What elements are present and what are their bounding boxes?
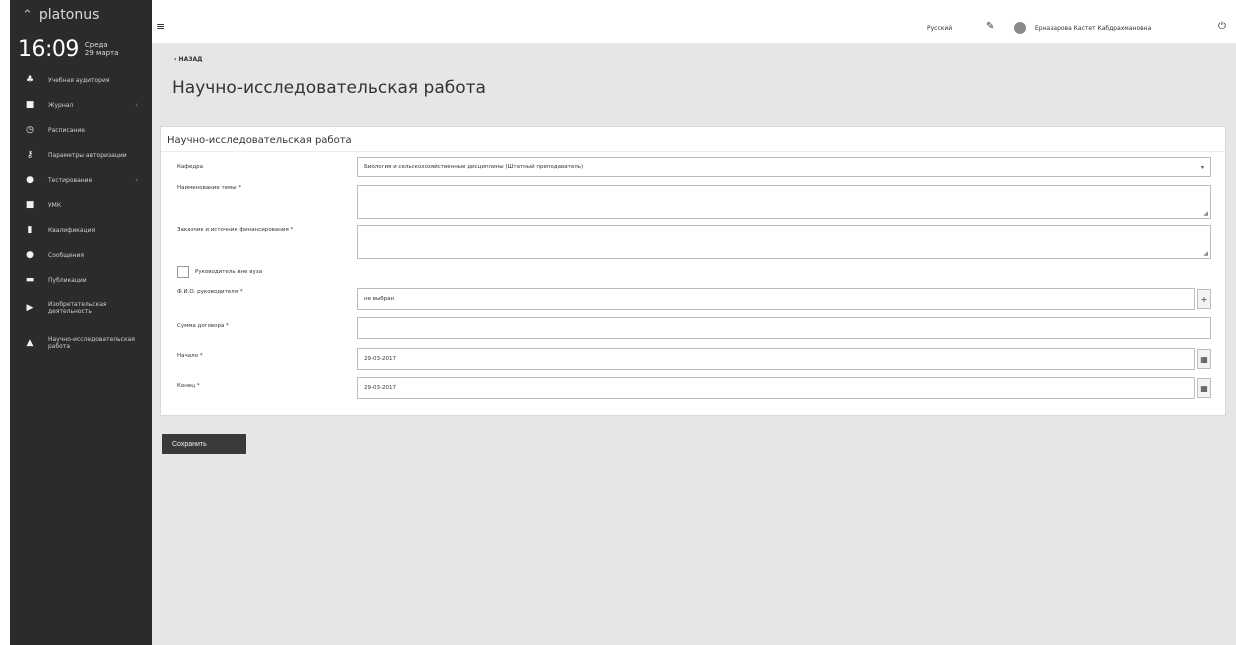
sidebar-item-label: Квалификация: [48, 227, 96, 234]
sidebar-item-schedule[interactable]: ◷ Расписание: [10, 118, 152, 143]
sidebar-item-label: Публикации: [48, 277, 87, 284]
sidebar-item-label: Сообщения: [48, 252, 85, 259]
sidebar-item-label: Учебная аудитория: [48, 77, 110, 84]
supervisor-label: Ф.И.О. руководителя *: [177, 289, 243, 295]
customer-label: Заказчик и источник финансирования *: [177, 227, 294, 233]
sidebar-item-flask[interactable]: ▲ Научно-исследовательская работа: [10, 323, 152, 363]
start-date-input[interactable]: 29-03-2017: [357, 348, 1195, 370]
calendar-icon: ▦: [1200, 354, 1208, 364]
external-supervisor-label: Руководитель вне вуза: [195, 269, 263, 275]
topic-textarea[interactable]: ◢: [357, 185, 1211, 219]
qualification-icon: ▮: [27, 225, 33, 235]
testing-icon: ●: [26, 175, 34, 185]
topbar: ≡ Русский ✎ Ерназарова Кастет Кабдрахман…: [152, 14, 1236, 44]
card-title: Научно-исследовательская работа: [167, 135, 352, 146]
calendar-icon: ▦: [1200, 383, 1208, 393]
start-label: Начало *: [177, 353, 203, 359]
contract-sum-label: Сумма договора *: [177, 323, 229, 329]
sidebar-item-invention[interactable]: ▶ Изобретательская деятельность: [10, 293, 152, 323]
sidebar-item-testing[interactable]: ● Тестирование ‹: [10, 168, 152, 193]
topic-label: Наименование темы *: [177, 185, 242, 191]
language-selector[interactable]: Русский: [927, 25, 952, 32]
invention-icon: ▶: [26, 302, 34, 313]
end-date-input[interactable]: 29-03-2017: [357, 377, 1195, 399]
supervisor-value: не выбран: [364, 296, 395, 302]
customer-textarea[interactable]: ◢: [357, 225, 1211, 259]
end-date-value: 29-03-2017: [364, 385, 396, 391]
department-value: Биология и сельскохозяйственные дисципли…: [364, 164, 584, 170]
chat-icon[interactable]: ✎: [986, 21, 994, 32]
add-supervisor-button[interactable]: +: [1197, 289, 1211, 309]
end-calendar-button[interactable]: ▦: [1197, 378, 1211, 398]
sidebar-nav: ♣ Учебная аудитория ■ Журнал ‹ ◷ Расписание ⚷ Па…: [10, 68, 152, 363]
brand-name: platonus: [38, 7, 100, 23]
sidebar-item-label: Журнал: [48, 102, 74, 109]
page-title: Научно-исследовательская работа: [172, 78, 486, 98]
sidebar: ⌃ platonus 16:09 Среда 29 марта ♣ Учебная…: [10, 0, 152, 645]
sidebar-item-label: УМК: [48, 202, 62, 209]
flask-icon: ▲: [26, 337, 34, 348]
chevron-left-icon: ‹: [135, 176, 138, 184]
schedule-icon: ◷: [26, 125, 34, 135]
sidebar-item-key[interactable]: ⚷ Параметры авторизации: [10, 143, 152, 168]
journal-icon: ■: [25, 100, 35, 110]
messages-icon: ●: [26, 250, 34, 260]
clock-date: Среда 29 марта: [85, 41, 119, 57]
save-button[interactable]: Сохранить: [162, 434, 246, 454]
form-card: Научно-исследовательская работа Кафедра …: [160, 126, 1226, 416]
external-supervisor-checkbox[interactable]: [177, 266, 189, 278]
clock-time: 16:09: [18, 36, 79, 62]
avatar[interactable]: [1014, 22, 1026, 34]
supervisor-select[interactable]: не выбран: [357, 288, 1195, 310]
back-link[interactable]: ‹ НАЗАД: [174, 56, 202, 63]
menu-toggle-icon[interactable]: ≡: [156, 20, 165, 33]
sidebar-item-messages[interactable]: ● Сообщения: [10, 243, 152, 268]
resize-handle-icon[interactable]: ◢: [1203, 210, 1208, 217]
contract-sum-input[interactable]: [357, 317, 1211, 339]
department-label: Кафедра: [177, 164, 204, 170]
classroom-icon: ♣: [25, 75, 35, 85]
sidebar-item-umk[interactable]: ■ УМК: [10, 193, 152, 218]
main-content: ‹ НАЗАД Научно-исследовательская работа …: [152, 44, 1236, 645]
plus-icon: +: [1200, 294, 1208, 304]
sidebar-item-label: Тестирование: [48, 177, 93, 184]
platonus-logo-icon: ⌃: [22, 7, 33, 23]
sidebar-item-publications[interactable]: ▬ Публикации: [10, 268, 152, 293]
resize-handle-icon[interactable]: ◢: [1203, 250, 1208, 257]
umk-icon: ■: [25, 200, 35, 210]
key-icon: ⚷: [26, 150, 34, 160]
chevron-left-icon: ‹: [135, 101, 138, 109]
card-divider: [161, 151, 1225, 152]
chevron-down-icon: ▾: [1200, 163, 1204, 171]
clock-day: 29 марта: [84, 49, 119, 57]
user-name[interactable]: Ерназарова Кастет Кабдрахмановна: [1035, 25, 1151, 32]
end-label: Конец *: [177, 383, 200, 389]
sidebar-item-label: Изобретательская деятельность: [48, 301, 107, 315]
sidebar-item-label: Расписание: [48, 127, 85, 134]
department-select[interactable]: Биология и сельскохозяйственные дисципли…: [357, 157, 1211, 177]
sidebar-item-qualification[interactable]: ▮ Квалификация: [10, 218, 152, 243]
clock-weekday: Среда: [84, 41, 108, 49]
app: ⌃ platonus 16:09 Среда 29 марта ♣ Учебная…: [0, 0, 1236, 645]
sidebar-item-journal[interactable]: ■ Журнал ‹: [10, 93, 152, 118]
sidebar-item-label: Параметры авторизации: [48, 152, 127, 159]
start-calendar-button[interactable]: ▦: [1197, 349, 1211, 369]
brand[interactable]: ⌃ platonus: [10, 0, 152, 30]
sidebar-item-classroom[interactable]: ♣ Учебная аудитория: [10, 68, 152, 93]
start-date-value: 29-03-2017: [364, 356, 396, 362]
logout-icon[interactable]: ⏻: [1218, 21, 1226, 32]
sidebar-item-label: Научно-исследовательская работа: [48, 336, 135, 350]
publications-icon: ▬: [25, 275, 35, 285]
clock: 16:09 Среда 29 марта: [10, 30, 152, 68]
